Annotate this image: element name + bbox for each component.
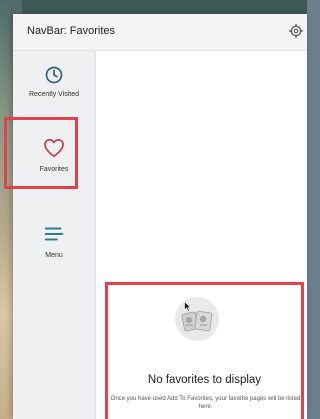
sidebar-item-label: Recently Visited bbox=[28, 91, 80, 98]
panel-header: NavBar: Favorites bbox=[13, 14, 307, 51]
mouse-cursor-icon bbox=[184, 301, 192, 312]
favorites-illustration-icon bbox=[175, 297, 219, 341]
highlight-box-favorites bbox=[4, 117, 78, 189]
empty-state-description: Once you have used Add To Favorites, you… bbox=[110, 396, 301, 410]
empty-state-title: No favorites to display bbox=[147, 374, 262, 386]
sidebar-item-menu[interactable]: Menu bbox=[13, 225, 95, 259]
sidebar: Recently Visited Favorites Menu bbox=[13, 51, 96, 419]
background-top bbox=[0, 0, 307, 14]
panel-title: NavBar: Favorites bbox=[27, 25, 116, 37]
hamburger-menu-icon bbox=[44, 227, 64, 241]
clock-icon bbox=[45, 66, 63, 84]
sidebar-item-label: Menu bbox=[45, 252, 63, 259]
gear-icon[interactable] bbox=[289, 24, 303, 38]
sidebar-item-recently-visited[interactable]: Recently Visited bbox=[13, 65, 95, 98]
